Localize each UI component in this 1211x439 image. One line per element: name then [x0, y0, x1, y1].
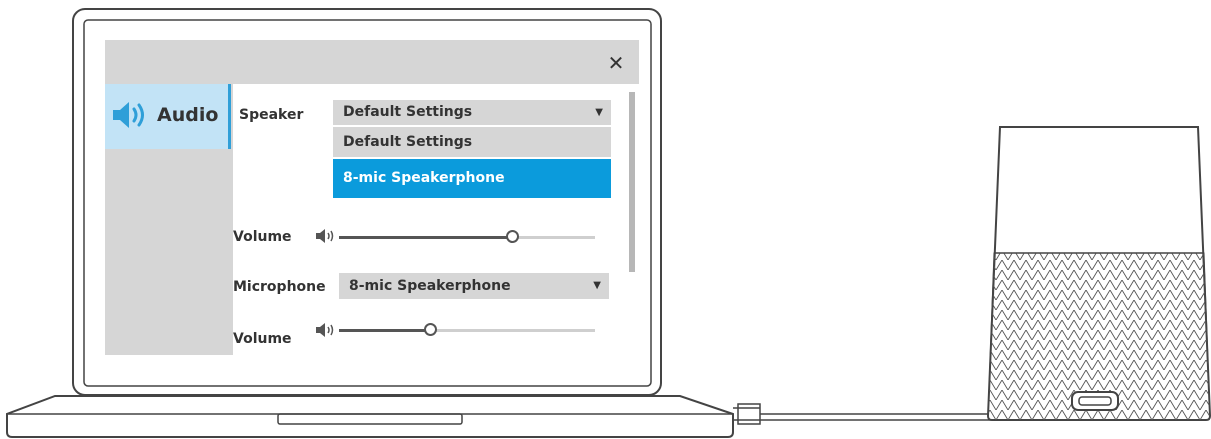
microphone-select[interactable]: 8-mic Speakerphone ▼	[339, 273, 609, 299]
sidebar-item-audio[interactable]: Audio	[105, 84, 231, 149]
chevron-down-icon: ▼	[593, 280, 601, 291]
volume-icon	[316, 323, 334, 337]
usb-cable	[733, 403, 761, 425]
speaker-volume-label: Volume	[233, 229, 292, 245]
microphone-select-value: 8-mic Speakerphone	[349, 278, 511, 294]
speaker-volume-fill	[339, 236, 513, 239]
speaker-label: Speaker	[239, 107, 304, 123]
sidebar-item-label: Audio	[157, 104, 219, 126]
mic-volume-thumb[interactable]	[424, 323, 437, 336]
volume-icon	[316, 229, 334, 243]
mic-volume-label: Volume	[233, 331, 292, 347]
microphone-label: Microphone	[233, 279, 326, 295]
speaker-select-value: Default Settings	[343, 104, 473, 120]
mic-volume-fill	[339, 329, 431, 332]
settings-sidebar: Audio	[105, 84, 233, 355]
chevron-down-icon: ▼	[595, 107, 603, 118]
speaker-option-8-mic[interactable]: 8-mic Speakerphone	[333, 159, 611, 198]
panel-scrollbar[interactable]	[629, 92, 635, 272]
close-icon[interactable]: ✕	[605, 52, 627, 74]
audio-settings-dialog: ✕ Audio Speaker Default Settings ▼ Defau…	[105, 40, 639, 355]
dialog-title-bar: ✕	[105, 40, 639, 84]
speaker-volume-thumb[interactable]	[506, 230, 519, 243]
laptop-base	[6, 395, 734, 438]
audio-settings-panel: Speaker Default Settings ▼ Default Setti…	[233, 84, 639, 355]
speaker-select[interactable]: Default Settings ▼	[333, 100, 611, 125]
speaker-option-default[interactable]: Default Settings	[333, 127, 611, 157]
speaker-icon	[113, 102, 144, 128]
